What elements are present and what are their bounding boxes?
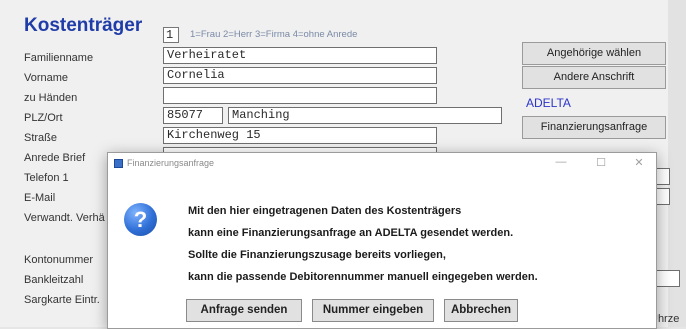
angehoerige-waehlen-button[interactable]: Angehörige wählen [522,42,666,65]
anrede-brief-label: Anrede Brief [24,152,86,164]
email-label: E-Mail [24,192,56,204]
anrede-hint: 1=Frau 2=Herr 3=Firma 4=ohne Anrede [190,29,358,40]
familienname-field[interactable]: Verheiratet [163,47,437,64]
app-icon [114,159,123,168]
telefon-label: Telefon 1 [24,172,69,184]
maximize-icon[interactable]: ☐ [594,156,608,169]
zu-haenden-label: zu Händen [24,92,78,104]
message-line-2: kann eine Finanzierungsanfrage an ADELTA… [188,227,514,239]
plz-field[interactable]: 85077 [163,107,223,124]
kontonummer-label: Kontonummer [24,254,94,266]
dialog-titlebar[interactable]: Finanzierungsanfrage — ☐ ✕ [108,153,656,175]
message-line-1: Mit den hier eingetragenen Daten des Kos… [188,205,462,217]
ort-field[interactable]: Manching [228,107,502,124]
dialog-title: Finanzierungsanfrage [127,158,215,168]
close-icon[interactable]: ✕ [632,156,646,169]
strasse-field[interactable]: Kirchenweg 15 [163,127,437,144]
anfrage-senden-button[interactable]: Anfrage senden [186,299,302,322]
zu-haenden-field[interactable] [163,87,437,104]
nummer-eingeben-button[interactable]: Nummer eingeben [312,299,434,322]
vorname-label: Vorname [24,72,69,84]
minimize-icon[interactable]: — [554,156,568,168]
page-title: Kostenträger [24,15,143,36]
verwandt-label: Verwandt. Verhä [24,212,105,224]
abbrechen-button[interactable]: Abbrechen [444,299,518,322]
vorname-field[interactable]: Cornelia [163,67,437,84]
andere-anschrift-button[interactable]: Andere Anschrift [522,66,666,89]
anrede-code-field[interactable]: 1 [163,27,179,43]
sargkarte-label: Sargkarte Eintr. [24,294,100,306]
plz-ort-label: PLZ/Ort [24,112,63,124]
familienname-label: Familienname [24,52,94,64]
question-icon: ? [124,203,157,236]
finanzierungsanfrage-dialog: Finanzierungsanfrage — ☐ ✕ ? Mit den hie… [107,152,657,329]
message-line-4: kann die passende Debitorennummer manuel… [188,271,538,283]
strasse-label: Straße [24,132,58,144]
bankleitzahl-label: Bankleitzahl [24,274,84,286]
message-line-3: Sollte die Finanzierungszusage bereits v… [188,249,446,261]
adelta-label: ADELTA [526,96,571,110]
finanzierungsanfrage-button[interactable]: Finanzierungsanfrage [522,116,666,139]
